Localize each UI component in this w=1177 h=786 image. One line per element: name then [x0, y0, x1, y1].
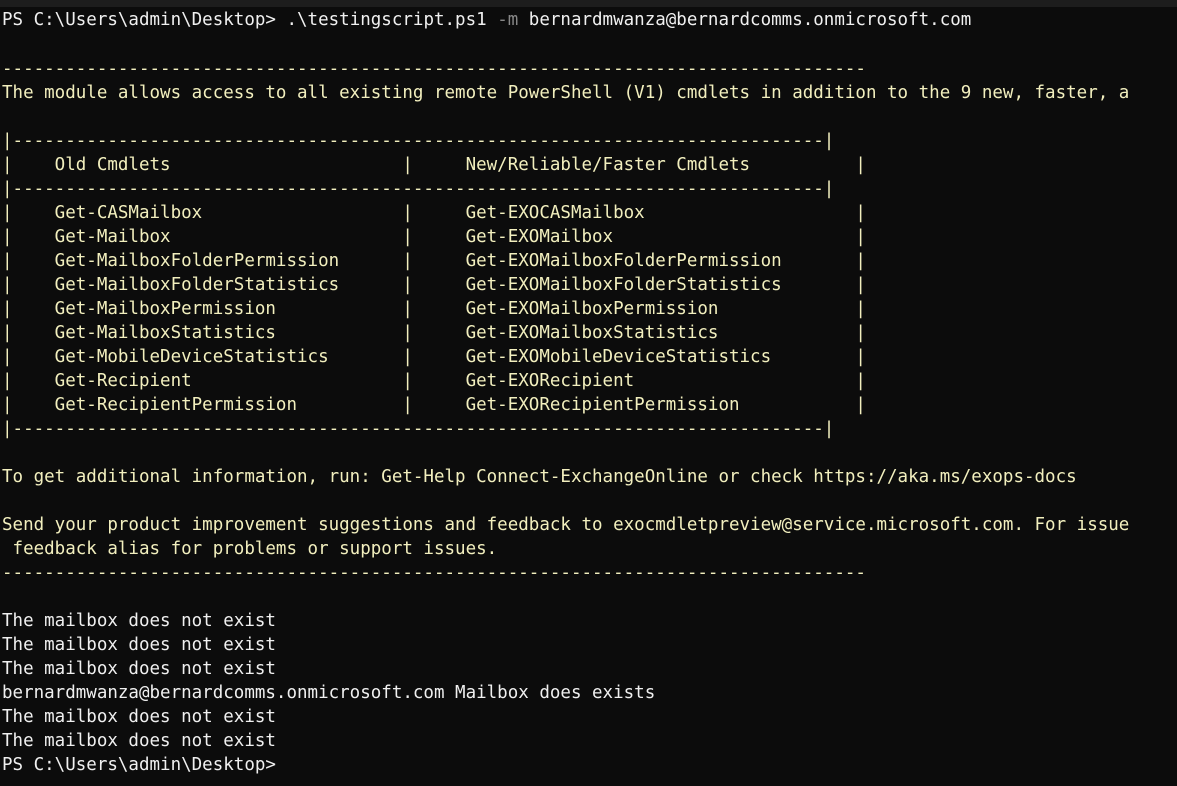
cmdlet-table-border-mid: |---------------------------------------… — [2, 179, 835, 199]
command-prompt-line[interactable]: PS C:\Users\admin\Desktop> .\testingscri… — [0, 7, 1177, 33]
banner-rule-top: ----------------------------------------… — [2, 59, 866, 79]
cmdlet-table-border-top: |---------------------------------------… — [2, 131, 835, 151]
output-line: The mailbox does not exist — [2, 635, 276, 655]
terminal-screen-buffer[interactable]: PS C:\Users\admin\Desktop> .\testingscri… — [0, 7, 1177, 786]
table-row: | Get-MailboxPermission | Get-EXOMailbox… — [2, 299, 866, 319]
cmdlet-table-border-bottom: |---------------------------------------… — [2, 419, 835, 439]
table-row: | Get-CASMailbox | Get-EXOCASMailbox | — [2, 203, 866, 223]
final-prompt-line[interactable]: PS C:\Users\admin\Desktop> — [0, 753, 1177, 777]
command-parameter-m: -m — [486, 10, 519, 30]
banner-help-line: To get additional information, run: Get-… — [2, 467, 1077, 487]
banner-feedback-line-1: Send your product improvement suggestion… — [2, 515, 1130, 535]
command-argument-mailbox: bernardmwanza@bernardcomms.onmicrosoft.c… — [518, 10, 972, 30]
banner-rule-bottom: ----------------------------------------… — [2, 563, 866, 583]
command-text: .\testingscript.ps1 — [275, 10, 487, 30]
table-row: | Get-MailboxStatistics | Get-EXOMailbox… — [2, 323, 866, 343]
output-line-mailbox-exists: bernardmwanza@bernardcomms.onmicrosoft.c… — [2, 683, 656, 703]
powershell-terminal-window[interactable]: PS C:\Users\admin\Desktop> .\testingscri… — [0, 0, 1177, 786]
cmdlet-table-header-row: | Old Cmdlets | New/Reliable/Faster Cmdl… — [2, 155, 866, 175]
banner-feedback-line-2: feedback alias for problems or support i… — [2, 539, 498, 559]
table-row: | Get-MobileDeviceStatistics | Get-EXOMo… — [2, 347, 866, 367]
table-row: | Get-Recipient | Get-EXORecipient | — [2, 371, 866, 391]
window-titlebar-strip — [0, 0, 1177, 7]
banner-intro-text: The module allows access to all existing… — [2, 83, 1130, 103]
output-line: The mailbox does not exist — [2, 659, 276, 679]
table-row: | Get-RecipientPermission | Get-EXORecip… — [2, 395, 866, 415]
table-row: | Get-Mailbox | Get-EXOMailbox | — [2, 227, 866, 247]
prompt-path: PS C:\Users\admin\Desktop> — [2, 10, 276, 30]
table-row: | Get-MailboxFolderPermission | Get-EXOM… — [2, 251, 866, 271]
table-row: | Get-MailboxFolderStatistics | Get-EXOM… — [2, 275, 866, 295]
output-line: The mailbox does not exist — [2, 707, 276, 727]
output-line: The mailbox does not exist — [2, 731, 276, 751]
output-line: The mailbox does not exist — [2, 611, 276, 631]
